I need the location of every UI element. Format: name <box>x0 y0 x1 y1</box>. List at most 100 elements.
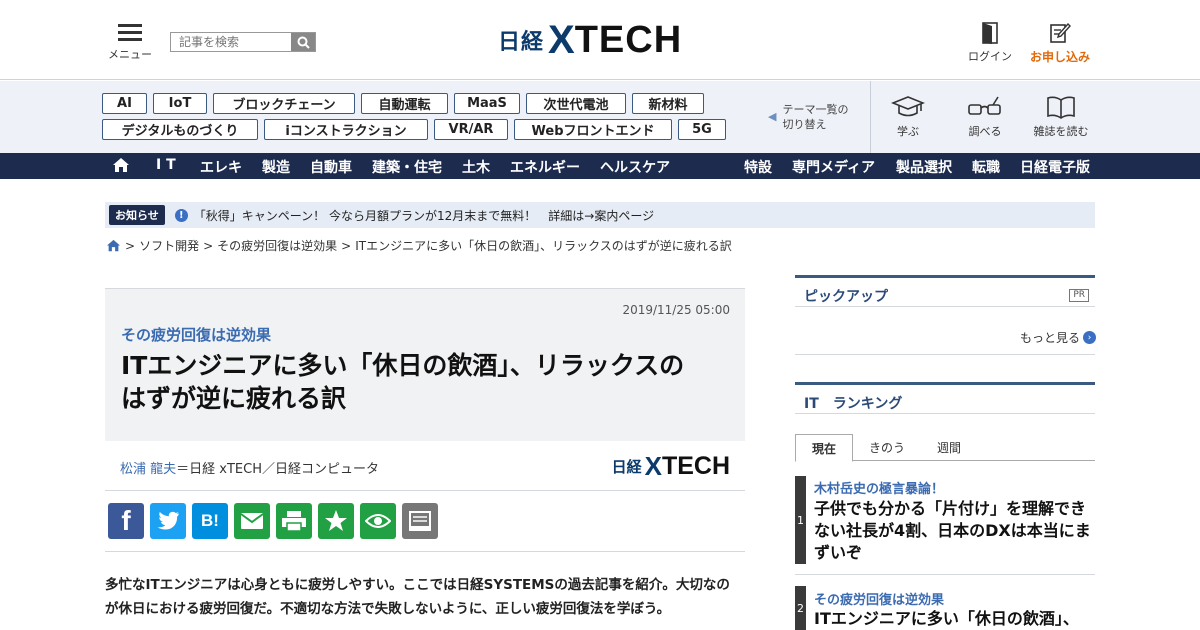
ranking-title: IT ランキング <box>804 396 903 412</box>
breadcrumb: > ソフト開発 > その疲労回復は逆効果 > ITエンジニアに多い「休日の飲酒」… <box>106 237 732 254</box>
home-icon[interactable] <box>112 157 130 173</box>
twitter-share-button[interactable] <box>150 503 186 539</box>
tag-next-gen-battery[interactable]: 次世代電池 <box>526 93 626 114</box>
search-input[interactable] <box>171 33 291 51</box>
hatena-bookmark-button[interactable]: B! <box>192 503 228 539</box>
nav-item-healthcare[interactable]: ヘルスケア <box>600 157 670 177</box>
article-header: 2019/11/25 05:00 その疲労回復は逆効果 ITエンジニアに多い「休… <box>105 288 745 441</box>
breadcrumb-item-series[interactable]: その疲労回復は逆効果 <box>217 237 337 254</box>
logo-nikkei: 日経 <box>611 458 642 476</box>
login-link[interactable]: ログイン <box>966 22 1014 64</box>
site-header: メニュー 日経 X TECH ログイン お申し込み <box>0 0 1200 80</box>
nav-item-special[interactable]: 特設 <box>744 157 772 177</box>
byline-text: 松浦 龍夫＝日経 xTECH／日経コンピュータ <box>120 458 379 477</box>
rank-kicker: 木村岳史の極言暴論！ <box>814 482 945 497</box>
byline-affiliation: ＝日経 xTECH／日経コンピュータ <box>176 462 379 477</box>
nav-item-nikkei-digital[interactable]: 日経電子版 <box>1020 157 1090 177</box>
watch-button[interactable] <box>360 503 396 539</box>
author-link[interactable]: 松浦 龍夫 <box>120 462 176 477</box>
more-link[interactable]: もっと見る › <box>1020 329 1097 346</box>
article-title: ITエンジニアに多い「休日の飲酒」、リラックスの はずが逆に疲れる訳 <box>121 349 741 415</box>
breadcrumb-separator: > <box>125 238 136 253</box>
notice-badge: お知らせ <box>109 205 165 225</box>
nav-item-manufacturing[interactable]: 製造 <box>262 157 290 177</box>
ranking-heading: IT ランキング <box>795 382 1095 414</box>
search-icon <box>297 36 310 49</box>
nav-item-product-selection[interactable]: 製品選択 <box>896 157 952 177</box>
door-icon <box>982 22 998 44</box>
quick-link-search[interactable]: 調べる <box>955 95 1015 139</box>
article-lead-line1: 多忙なITエンジニアは心身ともに疲労しやすい。ここでは日経SYSTEMSの過去記… <box>105 577 730 593</box>
ranking-item[interactable]: 2 その疲労回復は逆効果 ITエンジニアに多い「休日の飲酒」、 <box>795 586 1095 630</box>
main-nav: I T エレキ 製造 自動車 建築・住宅 土木 エネルギー ヘルスケア 特設 専… <box>0 153 1200 179</box>
notice-bar[interactable]: お知らせ ! 「秋得」キャンペーン！ 今なら月額プランが12月末まで無料！ 詳細… <box>105 202 1095 228</box>
tag-autonomous-driving[interactable]: 自動運転 <box>361 93 448 114</box>
search-button[interactable] <box>291 33 315 51</box>
nav-item-electronics[interactable]: エレキ <box>200 157 242 177</box>
facebook-share-button[interactable]: f <box>108 503 144 539</box>
tag-maas[interactable]: MaaS <box>454 93 520 114</box>
nav-item-architecture[interactable]: 建築・住宅 <box>372 157 442 177</box>
print-button[interactable] <box>276 503 312 539</box>
article-kicker[interactable]: その疲労回復は逆効果 <box>121 324 271 345</box>
tag-ai[interactable]: AI <box>102 93 147 114</box>
signup-label: お申し込み <box>1029 50 1090 64</box>
tag-i-construction[interactable]: iコンストラクション <box>264 119 428 140</box>
eye-icon <box>365 514 391 528</box>
nav-item-energy[interactable]: エネルギー <box>510 157 580 177</box>
search-box <box>170 32 316 52</box>
quick-link-magazine[interactable]: 雑誌を読む <box>1031 95 1091 139</box>
pen-note-icon <box>1050 22 1071 43</box>
tag-5g[interactable]: 5G <box>678 119 726 140</box>
logo-x: X <box>548 18 575 62</box>
quick-link-label: 学ぶ <box>897 125 919 138</box>
rank-title-line2: ない社長が4割、日本のDXは本当にま <box>814 521 1091 540</box>
nav-item-specialty-media[interactable]: 専門メディア <box>792 157 875 177</box>
quick-link-learn[interactable]: 学ぶ <box>878 95 938 139</box>
mail-share-button[interactable] <box>234 503 270 539</box>
tab-yesterday[interactable]: きのう <box>853 434 921 461</box>
breadcrumb-item-soft-dev[interactable]: ソフト開発 <box>139 237 199 254</box>
pickup-title: ピックアップ <box>804 289 888 305</box>
quick-link-label: 雑誌を読む <box>1033 125 1089 138</box>
tag-new-materials[interactable]: 新材料 <box>632 93 704 114</box>
more-label: もっと見る <box>1020 331 1081 345</box>
home-icon[interactable] <box>106 239 121 252</box>
rank-title-line1: 子供でも分かる「片付け」を理解でき <box>814 499 1087 518</box>
tag-vr-ar[interactable]: VR/AR <box>434 119 508 140</box>
tag-row-1: AI IoT ブロックチェーン 自動運転 MaaS 次世代電池 新材料 <box>102 93 742 114</box>
article-lead: 多忙なITエンジニアは心身ともに疲労しやすい。ここでは日経SYSTEMSの過去記… <box>105 573 750 621</box>
tab-weekly[interactable]: 週間 <box>921 434 977 461</box>
article-lead-line2: が休日における疲労回復だ。不適切な方法で失敗しないように、正しい疲労回復法を学ぼ… <box>105 601 671 617</box>
ranking-item[interactable]: 1 木村岳史の極言暴論！ 子供でも分かる「片付け」を理解でき ない社長が4割、日… <box>795 476 1095 576</box>
graduation-cap-icon <box>891 96 925 117</box>
tag-iot[interactable]: IoT <box>153 93 207 114</box>
mail-icon <box>240 513 264 529</box>
nav-item-jobs[interactable]: 転職 <box>972 157 1000 177</box>
divider <box>105 551 745 552</box>
tag-web-frontend[interactable]: Webフロントエンド <box>514 119 672 140</box>
site-logo[interactable]: 日経 X TECH <box>498 20 682 60</box>
breadcrumb-separator: > <box>341 238 352 253</box>
memo-button[interactable] <box>402 503 438 539</box>
share-buttons: f B! <box>108 503 438 539</box>
triangle-left-icon: ◀ <box>768 110 777 124</box>
theme-switch-link[interactable]: ◀ テーマ一覧の 切り替え <box>768 103 858 133</box>
rank-title: 子供でも分かる「片付け」を理解でき ない社長が4割、日本のDXは本当にま ずいぞ <box>814 498 1094 564</box>
tab-now[interactable]: 現在 <box>795 434 854 462</box>
clip-button[interactable] <box>318 503 354 539</box>
article-title-line1: ITエンジニアに多い「休日の飲酒」、リラックスの <box>121 351 685 380</box>
divider <box>870 81 871 153</box>
menu-button[interactable]: メニュー <box>108 24 152 62</box>
pickup-heading: ピックアップ PR <box>795 275 1095 307</box>
signup-link[interactable]: お申し込み <box>1026 22 1094 65</box>
nav-item-automotive[interactable]: 自動車 <box>310 157 352 177</box>
tag-digital-manufacturing[interactable]: デジタルものづくり <box>102 119 258 140</box>
rank-title: ITエンジニアに多い「休日の飲酒」、 <box>814 609 1079 628</box>
nav-item-it[interactable]: I T <box>156 157 176 173</box>
nav-item-civil-engineering[interactable]: 土木 <box>462 157 490 177</box>
tag-blockchain[interactable]: ブロックチェーン <box>213 93 355 114</box>
theme-switch-line1: テーマ一覧の <box>782 103 849 116</box>
logo-tech: TECH <box>661 452 730 480</box>
star-icon <box>325 510 347 531</box>
